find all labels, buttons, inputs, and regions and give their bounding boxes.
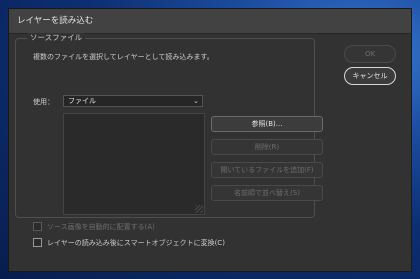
ok-button[interactable]: OK [344,45,396,63]
source-files-group-label: ソースファイル [27,33,86,43]
add-open-files-button[interactable]: 開いているファイルを追加(F) [211,162,323,178]
smart-object-label: レイヤーの読み込み後にスマートオブジェクトに変換(C) [47,239,225,247]
smart-object-option[interactable]: レイヤーの読み込み後にスマートオブジェクトに変換(C) [33,237,225,249]
chevron-down-icon: ⌄ [193,97,199,105]
remove-button[interactable]: 削除(R) [211,139,323,155]
auto-align-label: ソース画像を自動的に配置する(A) [47,223,155,231]
cancel-button[interactable]: キャンセル [344,67,396,85]
smart-object-checkbox[interactable] [33,237,42,247]
use-dropdown[interactable]: ファイル ⌄ [63,95,203,107]
dialog-title: レイヤーを読み込む [9,9,411,34]
browse-button[interactable]: 参照(B)... [211,116,323,132]
use-label: 使用： [33,98,54,106]
file-list[interactable] [63,113,205,215]
sort-by-name-button[interactable]: 名前順で並べ替え(S) [211,185,323,201]
resize-grip-icon[interactable] [195,205,203,213]
source-description: 複数のファイルを選択してレイヤーとして読み込みます。 [33,53,214,61]
auto-align-option[interactable]: ソース画像を自動的に配置する(A) [33,221,155,233]
auto-align-checkbox[interactable] [33,221,42,231]
use-dropdown-value: ファイル [68,97,96,105]
